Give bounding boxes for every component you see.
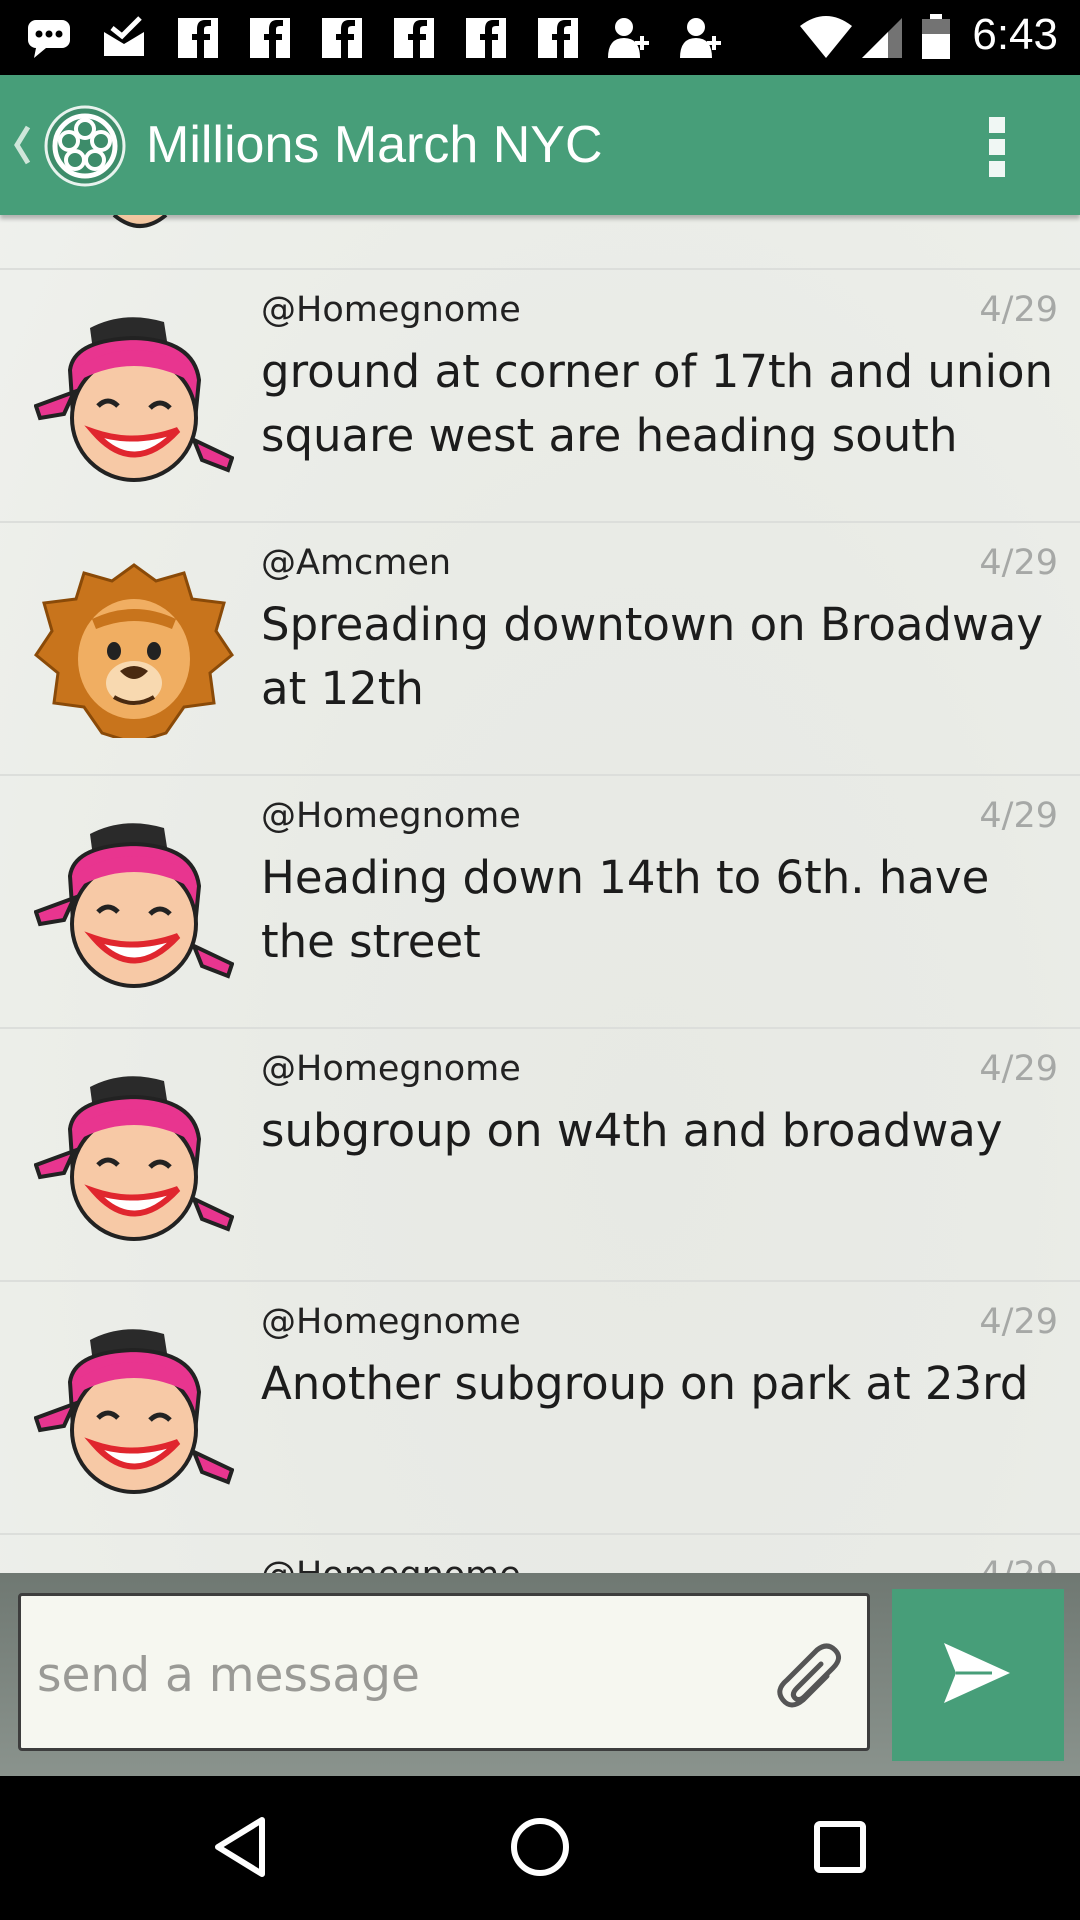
message-list[interactable]: @Homegnome 4/29 ground at corner of 17th… <box>0 215 1080 1573</box>
gnome-avatar <box>34 317 234 482</box>
message-text: ground at corner of 17th and union squar… <box>261 345 1054 462</box>
page-title: Millions March NYC <box>146 116 603 174</box>
gnome-avatar <box>34 1329 234 1494</box>
list-item[interactable]: @Homegnome 4/29 Another subgroup on park… <box>0 1282 1080 1535</box>
list-item[interactable]: @Homegnome 4/29 ground at corner of 17th… <box>0 270 1080 523</box>
facebook-icon <box>322 18 362 58</box>
home-circle-icon[interactable] <box>505 1812 575 1882</box>
add-person-icon <box>680 18 721 58</box>
gnome-avatar <box>34 1076 234 1241</box>
facebook-icon <box>178 18 218 58</box>
chevron-left-icon[interactable] <box>12 125 32 165</box>
add-person-icon <box>608 18 649 58</box>
message-text: Heading down 14th to 6th. have the stree… <box>261 851 990 968</box>
status-time: 6:43 <box>972 10 1058 59</box>
list-item[interactable]: @Homegnome 4/29 Heading down 14th to 6th… <box>0 776 1080 1029</box>
facebook-icon <box>466 18 506 58</box>
message-text: Another subgroup on park at 23rd <box>261 1357 1029 1410</box>
message-date: 4/29 <box>979 1555 1058 1573</box>
message-input-box[interactable] <box>18 1593 870 1751</box>
message-username[interactable]: @Homegnome <box>261 1049 521 1089</box>
paperclip-icon[interactable] <box>777 1636 847 1712</box>
mail-check-icon <box>104 16 144 56</box>
overflow-menu-icon[interactable] <box>982 117 1012 179</box>
gnome-avatar <box>34 823 234 988</box>
message-username[interactable]: @Homegnome <box>261 796 521 836</box>
message-username[interactable]: @Amcmen <box>261 543 451 583</box>
status-bar: 6:43 <box>0 0 1080 75</box>
app-bar: Millions March NYC <box>0 75 1080 215</box>
battery-icon <box>922 14 950 59</box>
gnome-avatar <box>112 215 168 228</box>
list-item <box>0 215 1080 270</box>
message-text: Spreading downtown on Broadway at 12th <box>261 598 1044 715</box>
message-composer <box>0 1573 1080 1776</box>
navigation-bar <box>0 1776 1080 1920</box>
message-date: 4/29 <box>979 796 1058 836</box>
message-username[interactable]: @Homegnome <box>261 290 521 330</box>
list-item[interactable]: @Homegnome 4/29 subgroup on w4th and bro… <box>0 1029 1080 1282</box>
messenger-icon <box>28 20 70 58</box>
message-date: 4/29 <box>979 1302 1058 1342</box>
message-username[interactable]: @Homegnome <box>261 1555 521 1573</box>
cell-signal-icon <box>862 18 902 58</box>
wifi-icon <box>800 16 852 58</box>
send-button[interactable] <box>892 1589 1064 1761</box>
app-logo[interactable] <box>44 105 126 187</box>
message-username[interactable]: @Homegnome <box>261 1302 521 1342</box>
facebook-icon <box>250 18 290 58</box>
back-triangle-icon[interactable] <box>206 1812 276 1882</box>
message-text: subgroup on w4th and broadway <box>261 1104 1003 1157</box>
message-date: 4/29 <box>979 290 1058 330</box>
message-date: 4/29 <box>979 1049 1058 1089</box>
recents-square-icon[interactable] <box>805 1812 875 1882</box>
message-input[interactable] <box>35 1634 759 1716</box>
send-icon <box>944 1643 1010 1703</box>
facebook-icon <box>538 18 578 58</box>
lion-avatar <box>34 563 234 738</box>
message-date: 4/29 <box>979 543 1058 583</box>
list-item[interactable]: @Homegnome 4/29 <box>0 1535 1080 1573</box>
facebook-icon <box>394 18 434 58</box>
list-item[interactable]: @Amcmen 4/29 Spreading downtown on Broad… <box>0 523 1080 776</box>
